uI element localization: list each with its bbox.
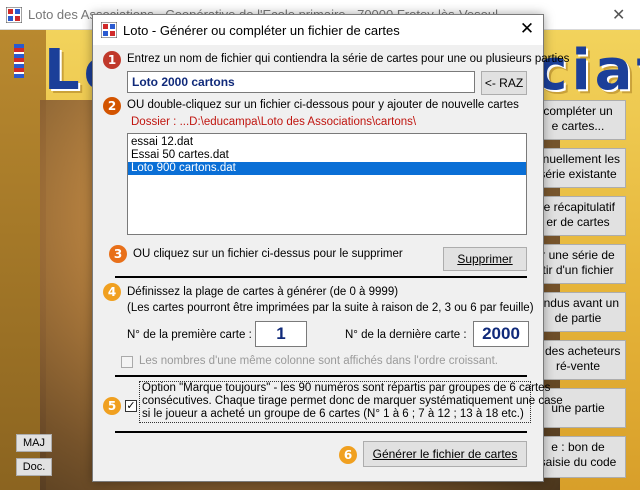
generate-cards-dialog: Loto - Générer ou compléter un fichier d… bbox=[92, 14, 569, 482]
side-button-label: e : bon de bbox=[551, 440, 605, 454]
list-item[interactable]: Essai 50 cartes.dat bbox=[128, 149, 526, 162]
folder-path: Dossier : ...D:\educampa\Loto des Associ… bbox=[131, 116, 417, 128]
step-4-line1: Définissez la plage de cartes à générer … bbox=[127, 286, 399, 298]
option-line3: si le joueur a acheté un groupe de 6 car… bbox=[142, 408, 524, 420]
first-card-input[interactable] bbox=[255, 321, 307, 347]
side-button-label: de partie bbox=[554, 311, 602, 325]
step-1-badge: 1 bbox=[103, 51, 121, 69]
last-card-input[interactable] bbox=[473, 321, 529, 347]
divider bbox=[115, 431, 527, 433]
side-button-label: le récapitulatif bbox=[540, 200, 616, 214]
doc-button[interactable]: Doc. bbox=[16, 458, 52, 476]
close-icon[interactable]: ✕ bbox=[517, 19, 537, 39]
sorted-option-label: Les nombres d'une même colonne sont affi… bbox=[139, 355, 498, 367]
side-button-label: endus avant un bbox=[536, 296, 620, 310]
side-button-label: ré-vente bbox=[555, 359, 601, 373]
delete-button[interactable]: Supprimer bbox=[443, 247, 527, 271]
sorted-checkbox[interactable] bbox=[121, 356, 133, 368]
step-4-line2: (Les cartes pourront être imprimées par … bbox=[127, 302, 534, 314]
side-button-buyers[interactable]: s des acheteurs ré-vente bbox=[530, 340, 626, 380]
maj-button[interactable]: MAJ bbox=[16, 434, 52, 452]
side-button-label: r une série de bbox=[541, 248, 615, 262]
step-3-instruction: OU cliquez sur un fichier ci-dessus pour… bbox=[133, 248, 403, 260]
marque-toujours-option: Option "Marque toujours" - les 90 numéro… bbox=[139, 381, 563, 423]
side-button-label: e cartes... bbox=[551, 119, 605, 133]
step-2-instruction: OU double-cliquez sur un fichier ci-dess… bbox=[127, 99, 519, 111]
step-1-instruction: Entrez un nom de fichier qui contiendra … bbox=[127, 53, 570, 65]
option-line1: Option "Marque toujours" - les 90 numéro… bbox=[142, 382, 551, 394]
side-button-order[interactable]: e : bon de saisie du code bbox=[530, 436, 626, 478]
side-button-import[interactable]: r une série de tir d'un fichier bbox=[530, 244, 626, 284]
option-line2: consécutives. Chaque tirage permet donc … bbox=[142, 395, 563, 407]
step-5-badge: 5 bbox=[103, 397, 121, 415]
generate-button[interactable]: Générer le fichier de cartes bbox=[363, 441, 527, 467]
side-button-complete[interactable]: compléter un e cartes... bbox=[530, 100, 626, 140]
side-button-label: série existante bbox=[539, 167, 617, 181]
side-button-label: er de cartes bbox=[546, 215, 610, 229]
brand-logo-icon bbox=[14, 44, 24, 78]
side-button-label: tir d'un fichier bbox=[542, 263, 614, 277]
side-button-game[interactable]: une partie bbox=[530, 388, 626, 428]
dialog-titlebar[interactable]: Loto - Générer ou compléter un fichier d… bbox=[93, 15, 543, 45]
side-button-label: anuellement les bbox=[535, 152, 621, 166]
side-button-manual[interactable]: anuellement les série existante bbox=[530, 148, 626, 188]
side-button-sold[interactable]: endus avant un de partie bbox=[530, 292, 626, 332]
dialog-title: Loto - Générer ou compléter un fichier d… bbox=[123, 23, 400, 38]
list-item[interactable]: essai 12.dat bbox=[128, 136, 526, 149]
side-button-label: s des acheteurs bbox=[535, 344, 621, 358]
divider bbox=[115, 375, 527, 377]
side-button-summary[interactable]: le récapitulatif er de cartes bbox=[530, 196, 626, 236]
last-card-label: N° de la dernière carte : bbox=[345, 329, 467, 341]
divider bbox=[115, 276, 527, 278]
marque-toujours-checkbox[interactable]: ✓ bbox=[125, 400, 137, 412]
side-button-label: compléter un bbox=[543, 104, 613, 118]
step-6-badge: 6 bbox=[339, 446, 357, 464]
app-icon bbox=[6, 7, 22, 23]
raz-button[interactable]: <- RAZ bbox=[481, 71, 527, 95]
app-icon bbox=[101, 22, 117, 38]
side-button-label: saisie du code bbox=[539, 455, 617, 469]
step-4-badge: 4 bbox=[103, 283, 121, 301]
first-card-label: N° de la première carte : bbox=[127, 329, 252, 341]
step-2-badge: 2 bbox=[103, 97, 121, 115]
close-icon[interactable]: ✕ bbox=[612, 5, 625, 25]
file-list[interactable]: essai 12.dat Essai 50 cartes.dat Loto 90… bbox=[127, 133, 527, 235]
list-item[interactable]: Loto 900 cartons.dat bbox=[128, 162, 526, 175]
step-3-badge: 3 bbox=[109, 245, 127, 263]
filename-input[interactable] bbox=[127, 71, 475, 93]
